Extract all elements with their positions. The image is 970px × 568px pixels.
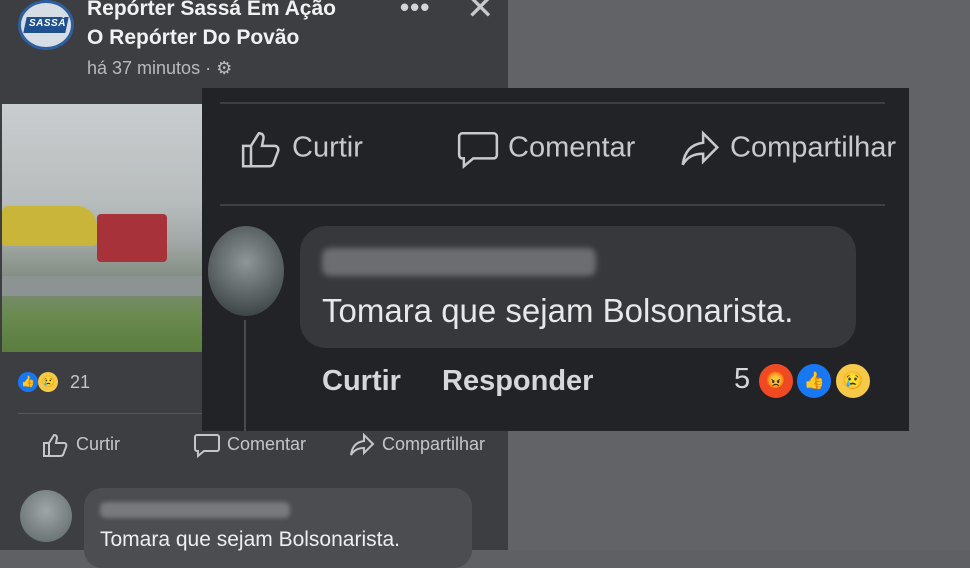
overlay-like-label: Curtir (292, 131, 363, 164)
post-photo[interactable] (2, 104, 202, 352)
comment-reaction-count[interactable]: 5 (734, 363, 750, 396)
overlay-share-button[interactable]: Compartilhar (678, 128, 896, 170)
comment-text: Tomara que sejam Bolsonarista. (100, 528, 400, 551)
logo-text: SASSÁ (29, 18, 66, 29)
overlay-comment-button[interactable]: Comentar (456, 128, 635, 170)
close-icon[interactable]: ✕ (466, 0, 495, 28)
overlay-commenter-name-blurred[interactable] (322, 248, 596, 276)
comment-icon (457, 132, 499, 169)
road (2, 276, 202, 296)
like-label: Curtir (76, 433, 120, 454)
share-button[interactable]: Compartilhar (348, 432, 485, 458)
red-truck (97, 214, 167, 262)
sad-reaction-icon: 😢 (38, 372, 59, 392)
page-name-line2[interactable]: O Repórter Do Povão (87, 25, 299, 51)
share-label: Compartilhar (382, 433, 486, 454)
comment-label: Comentar (227, 433, 307, 454)
commenter-name-blurred[interactable] (100, 502, 290, 518)
thread-line (244, 320, 246, 431)
like-reaction-icon: 👍 (18, 372, 38, 392)
like-reaction-icon: 👍 (795, 362, 834, 400)
share-icon (681, 130, 720, 166)
overlay-divider-bottom (220, 204, 885, 206)
comment-button[interactable]: Comentar (193, 432, 307, 459)
tanker-truck (2, 206, 97, 246)
comment-icon (194, 434, 220, 459)
thumbs-up-icon (241, 132, 280, 168)
angry-reaction-icon: 😡 (757, 362, 795, 400)
overlay-comment-text: Tomara que sejam Bolsonarista. (322, 292, 794, 329)
comment-reply-link[interactable]: Responder (442, 365, 593, 398)
overlay-like-button[interactable]: Curtir (240, 128, 363, 170)
comment-reaction-icons[interactable]: 😡 👍 😢 (757, 362, 872, 400)
zoomed-comment-overlay: Curtir Comentar Compartilhar Tomara que … (202, 88, 909, 431)
like-button[interactable]: Curtir (42, 432, 120, 458)
more-dots-icon[interactable]: ••• (400, 0, 430, 23)
page-avatar[interactable]: SASSÁ (18, 0, 74, 50)
thumbs-up-icon (43, 433, 68, 457)
overlay-comment-label: Comentar (508, 131, 636, 164)
post-time[interactable]: há 37 minutos · ⚙ (87, 58, 232, 79)
reaction-count[interactable]: 21 (70, 372, 90, 393)
overlay-share-label: Compartilhar (730, 131, 896, 164)
overlay-divider-top (220, 102, 885, 104)
comment-like-link[interactable]: Curtir (322, 365, 401, 398)
sad-reaction-icon: 😢 (833, 362, 872, 400)
share-icon (350, 432, 375, 456)
page-name-line1[interactable]: Repórter Sassá Em Ação (87, 0, 336, 22)
commenter-avatar[interactable] (20, 490, 72, 542)
reaction-icons[interactable]: 👍 😢 (18, 372, 59, 392)
overlay-commenter-avatar[interactable] (208, 226, 284, 316)
